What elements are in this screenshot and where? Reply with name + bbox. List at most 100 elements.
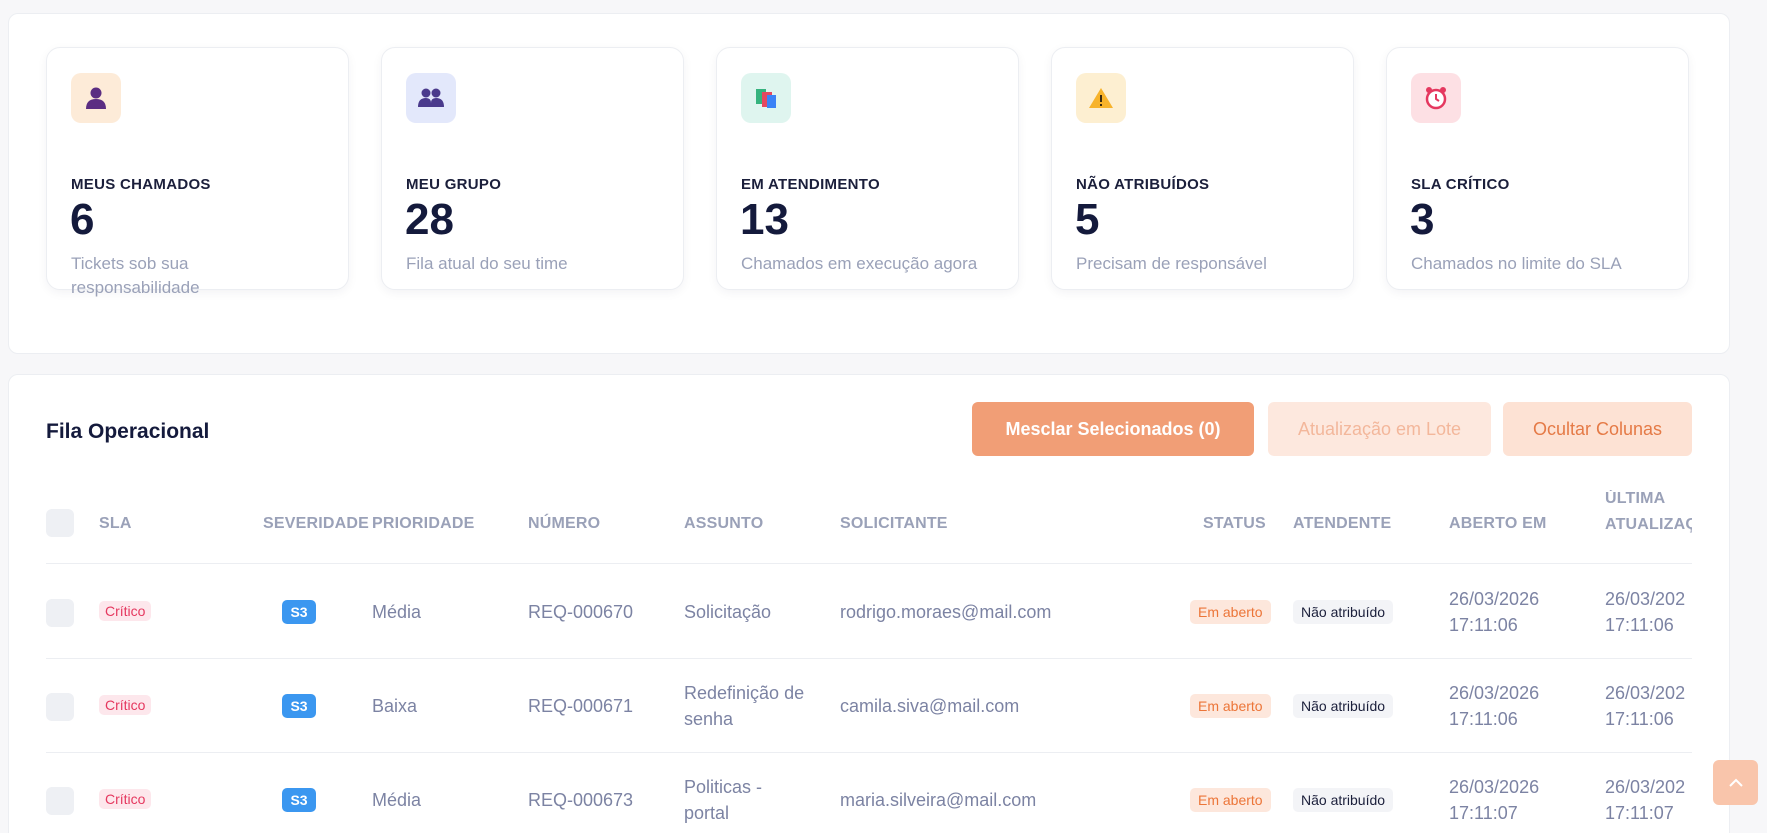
- subject-line: Politicas -: [684, 777, 763, 797]
- severity-badge: S3: [282, 600, 316, 624]
- column-updated-line1: ÚLTIMA: [1605, 490, 1666, 507]
- severity-badge: S3: [282, 788, 316, 812]
- scroll-to-top-button[interactable]: [1713, 760, 1758, 805]
- alarm-clock-icon: [1411, 73, 1461, 123]
- opened-date: 26/03/2026: [1449, 589, 1540, 609]
- subject-cell: Politicas - portal: [684, 774, 824, 826]
- column-requester[interactable]: SOLICITANTE: [840, 515, 948, 533]
- opened-date: 26/03/2026: [1449, 777, 1540, 797]
- requester-cell: rodrigo.moraes@mail.com: [840, 602, 1052, 622]
- number-cell[interactable]: REQ-000673: [528, 787, 633, 813]
- subject-cell: Solicitação: [684, 599, 824, 625]
- table-row[interactable]: Crítico S3 Média REQ-000673 Politicas - …: [46, 753, 1692, 833]
- opened-time: 17:11:06: [1449, 709, 1518, 729]
- severity-badge: S3: [282, 694, 316, 718]
- sla-badge: Crítico: [99, 695, 152, 715]
- opened-cell: 26/03/2026 17:11:07: [1449, 774, 1539, 826]
- warning-icon: [1076, 73, 1126, 123]
- table-row[interactable]: Crítico S3 Baixa REQ-000671 Redefinição …: [46, 659, 1692, 753]
- select-all-checkbox[interactable]: [46, 509, 74, 537]
- batch-update-button[interactable]: Atualização em Lote: [1268, 402, 1491, 456]
- column-agent[interactable]: ATENDENTE: [1293, 515, 1391, 533]
- agent-badge: Não atribuído: [1293, 600, 1394, 624]
- stat-title: MEUS CHAMADOS: [71, 176, 211, 193]
- number-cell[interactable]: REQ-000670: [528, 599, 633, 625]
- group-icon: [406, 73, 456, 123]
- subject-line: portal: [684, 803, 730, 823]
- stat-value: 5: [1075, 195, 1100, 244]
- table-header: SLA SEVERIDADE PRIORIDADE NÚMERO ASSUNTO…: [46, 480, 1692, 564]
- priority-cell: Baixa: [372, 696, 418, 716]
- row-checkbox[interactable]: [46, 693, 74, 721]
- opened-time: 17:11:07: [1449, 803, 1518, 823]
- person-icon: [71, 73, 121, 123]
- opened-date: 26/03/2026: [1449, 683, 1540, 703]
- stat-subtitle: Chamados no limite do SLA: [1411, 254, 1622, 273]
- stat-value: 28: [405, 195, 454, 244]
- stat-title: EM ATENDIMENTO: [741, 176, 880, 193]
- priority-cell: Média: [372, 790, 422, 810]
- updated-cell: 26/03/202 17:11:07: [1605, 774, 1692, 826]
- column-number[interactable]: NÚMERO: [528, 515, 600, 533]
- subject-line: senha: [684, 709, 734, 729]
- stat-value: 3: [1410, 195, 1435, 244]
- stat-card-unassigned[interactable]: NÃO ATRIBUÍDOS 5 Precisam de responsável: [1051, 47, 1354, 290]
- updated-cell: 26/03/202 17:11:06: [1605, 586, 1692, 638]
- requester-cell: maria.silveira@mail.com: [840, 790, 1037, 810]
- stat-subtitle: Precisam de responsável: [1076, 254, 1267, 273]
- row-checkbox[interactable]: [46, 599, 74, 627]
- stat-value: 13: [740, 195, 789, 244]
- column-opened[interactable]: ABERTO EM: [1449, 515, 1547, 533]
- queue-title: Fila Operacional: [46, 420, 210, 443]
- subject-line: Solicitação: [684, 602, 772, 622]
- column-updated[interactable]: ÚLTIMA ATUALIZAÇ: [1605, 490, 1692, 534]
- column-sla[interactable]: SLA: [99, 515, 132, 533]
- stats-panel: MEUS CHAMADOS 6 Tickets sob sua responsa…: [8, 13, 1730, 354]
- stat-card-in-progress[interactable]: EM ATENDIMENTO 13 Chamados em execução a…: [716, 47, 1019, 290]
- updated-date: 26/03/202: [1605, 777, 1686, 797]
- agent-badge: Não atribuído: [1293, 694, 1394, 718]
- books-icon: [741, 73, 791, 123]
- agent-badge: Não atribuído: [1293, 788, 1394, 812]
- opened-time: 17:11:06: [1449, 615, 1518, 635]
- row-checkbox[interactable]: [46, 787, 74, 815]
- status-badge: Em aberto: [1190, 694, 1271, 718]
- stat-title: MEU GRUPO: [406, 176, 502, 193]
- updated-time: 17:11:06: [1605, 615, 1674, 635]
- sla-badge: Crítico: [99, 601, 152, 621]
- merge-selected-button[interactable]: Mesclar Selecionados (0): [972, 402, 1254, 456]
- stat-card-sla-critical[interactable]: SLA CRÍTICO 3 Chamados no limite do SLA: [1386, 47, 1689, 290]
- updated-date: 26/03/202: [1605, 683, 1686, 703]
- priority-cell: Média: [372, 602, 422, 622]
- hide-columns-button[interactable]: Ocultar Colunas: [1503, 402, 1692, 456]
- column-status[interactable]: STATUS: [1203, 515, 1266, 533]
- column-severity[interactable]: SEVERIDADE: [263, 515, 369, 533]
- subject-cell: Redefinição de senha: [684, 680, 824, 732]
- table-row[interactable]: Crítico S3 Média REQ-000670 Solicitação …: [46, 565, 1692, 659]
- chevron-up-icon: [1728, 778, 1743, 787]
- updated-cell: 26/03/202 17:11:06: [1605, 680, 1692, 732]
- stat-card-my-tickets[interactable]: MEUS CHAMADOS 6 Tickets sob sua responsa…: [46, 47, 349, 297]
- column-updated-line2: ATUALIZAÇ: [1605, 516, 1692, 533]
- number-cell[interactable]: REQ-000671: [528, 693, 633, 719]
- stat-title: NÃO ATRIBUÍDOS: [1076, 176, 1210, 193]
- stat-value: 6: [70, 195, 95, 244]
- updated-date: 26/03/202: [1605, 589, 1686, 609]
- stat-card-my-group[interactable]: MEU GRUPO 28 Fila atual do seu time: [381, 47, 684, 290]
- stat-subtitle: Tickets sob sua responsabilidade: [71, 254, 200, 297]
- sla-badge: Crítico: [99, 789, 152, 809]
- status-badge: Em aberto: [1190, 600, 1271, 624]
- stat-subtitle: Fila atual do seu time: [406, 254, 568, 273]
- requester-cell: camila.siva@mail.com: [840, 696, 1020, 716]
- queue-panel: Fila Operacional Mesclar Selecionados (0…: [8, 374, 1730, 833]
- column-priority[interactable]: PRIORIDADE: [372, 515, 474, 533]
- column-subject[interactable]: ASSUNTO: [684, 515, 763, 533]
- opened-cell: 26/03/2026 17:11:06: [1449, 586, 1539, 638]
- stat-subtitle: Chamados em execução agora: [741, 254, 978, 273]
- subject-line: Redefinição de: [684, 683, 805, 703]
- stat-title: SLA CRÍTICO: [1411, 176, 1510, 193]
- status-badge: Em aberto: [1190, 788, 1271, 812]
- updated-time: 17:11:07: [1605, 803, 1674, 823]
- opened-cell: 26/03/2026 17:11:06: [1449, 680, 1539, 732]
- updated-time: 17:11:06: [1605, 709, 1674, 729]
